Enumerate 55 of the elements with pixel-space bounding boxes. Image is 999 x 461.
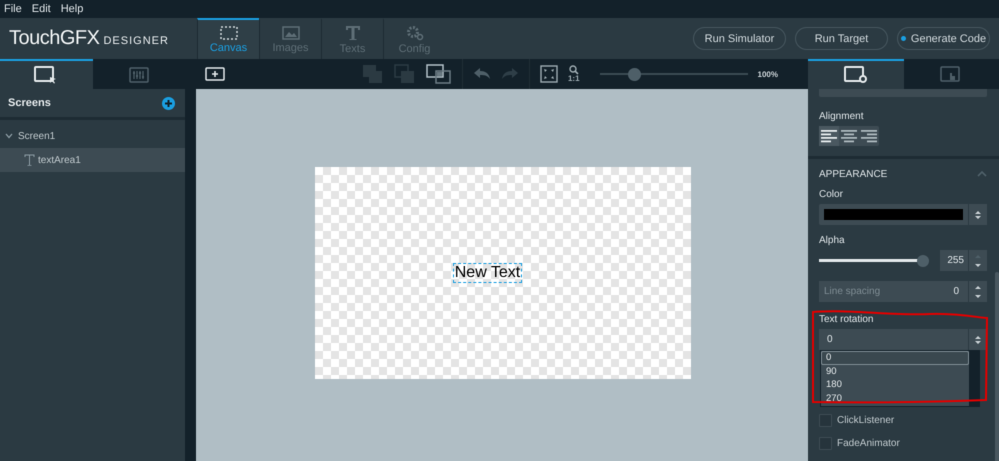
spinner-button[interactable]	[969, 281, 987, 302]
text-icon	[24, 154, 35, 166]
alpha-value-field[interactable]: 255	[940, 250, 968, 271]
touch-screen-icon	[940, 66, 962, 84]
app-logo: TouchGFX	[9, 27, 100, 50]
section-title: APPEARANCE	[819, 168, 888, 180]
action-button[interactable]: Run Simulator	[693, 27, 786, 50]
field-label: Alignment	[819, 111, 864, 122]
spinner-button[interactable]	[969, 250, 987, 271]
checkbox-label: FadeAnimator	[837, 438, 900, 449]
field-label: Color	[819, 189, 844, 200]
settings-icon	[406, 24, 424, 40]
action-button[interactable]: Generate Code	[897, 27, 990, 50]
selected-text-widget[interactable]: New Text	[452, 262, 522, 282]
chevron-icon	[5, 133, 13, 139]
spinner-button[interactable]	[969, 204, 987, 225]
panel-title: Screens	[8, 97, 51, 109]
color-field[interactable]	[819, 204, 968, 225]
checkbox-label: ClickListener	[837, 415, 894, 426]
line-spacing-field[interactable]: Line spacing 0	[819, 281, 968, 302]
dropdown-option[interactable]: 180	[821, 378, 969, 392]
align-left-button[interactable]	[819, 126, 839, 146]
dropdown-option[interactable]: 270	[821, 392, 969, 405]
zoom-reset-button[interactable]: 1:1	[568, 65, 580, 83]
text-icon	[344, 24, 360, 40]
properties-tab[interactable]	[808, 59, 904, 89]
tree-item[interactable]: Screen1	[0, 124, 185, 148]
up-down-arrows-icon	[974, 334, 982, 344]
dropdown-option[interactable]: 0	[821, 351, 969, 364]
undo-icon[interactable]	[472, 67, 491, 81]
screen-cursor-icon	[34, 66, 58, 84]
field-label: Text rotation	[819, 314, 874, 325]
rotation-dropdown[interactable]: 0	[819, 329, 968, 350]
field-label: Alpha	[819, 235, 846, 246]
action-button[interactable]: Run Target	[795, 27, 888, 50]
sliders-icon	[128, 67, 149, 83]
add-icon[interactable]	[162, 96, 175, 110]
menu-item[interactable]: File	[4, 3, 22, 15]
dashed-frame-icon	[220, 26, 238, 40]
zoom-value: 100%	[758, 70, 778, 78]
app-logo-subtitle: DESIGNER	[103, 34, 169, 46]
screen-tab[interactable]	[0, 59, 92, 89]
tree-item[interactable]: textArea1	[0, 148, 185, 172]
status-dot	[900, 36, 906, 41]
main-tab[interactable]: Canvas	[197, 18, 259, 59]
layers-icon[interactable]	[426, 64, 452, 84]
up-down-arrows-icon	[974, 210, 982, 220]
fit-screen-icon[interactable]	[540, 65, 558, 83]
spinner-button[interactable]	[969, 329, 987, 350]
add-screen-icon[interactable]	[205, 67, 225, 81]
image-icon	[282, 26, 300, 40]
menu-item[interactable]: Help	[60, 3, 84, 15]
screen-gear-icon	[844, 66, 868, 84]
menu-item[interactable]: Edit	[32, 3, 51, 15]
dropdown-option[interactable]: 90	[821, 364, 969, 378]
